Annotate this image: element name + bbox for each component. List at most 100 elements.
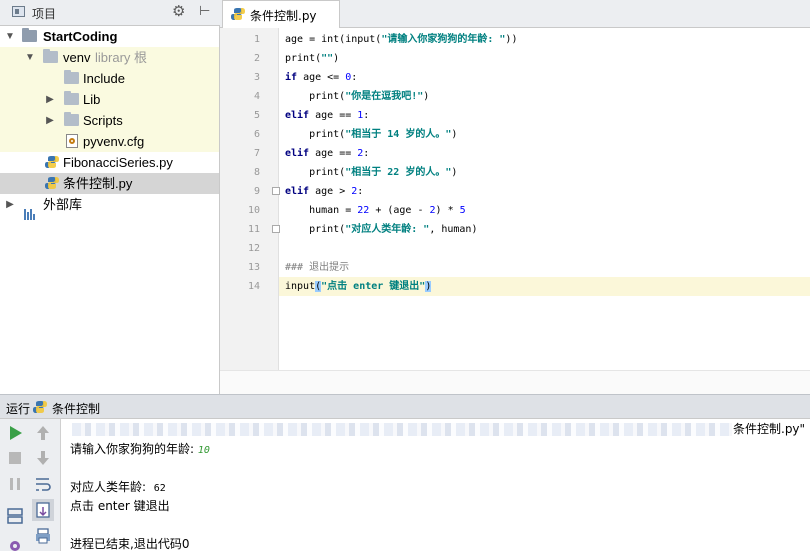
string-literal: "你是在逗我吧!" bbox=[345, 91, 424, 102]
tree-item-label: 条件控制.py bbox=[63, 176, 133, 191]
tree-item-lib[interactable]: ▶ Lib bbox=[0, 89, 219, 110]
code-line: input("点击 enter 键退出") bbox=[285, 281, 432, 292]
tree-item-include[interactable]: Include bbox=[0, 68, 219, 89]
line-number: 1 bbox=[253, 34, 260, 45]
tree-item-condition-control-py[interactable]: 条件控制.py bbox=[0, 173, 219, 194]
code-line: print("相当于 14 岁的人。") bbox=[285, 129, 458, 140]
chevron-down-icon[interactable]: ▼ bbox=[24, 47, 36, 68]
tree-item-label: 外部库 bbox=[43, 197, 83, 212]
console-line: 对应人类年龄: 62 bbox=[70, 478, 166, 495]
code-line: print("你是在逗我吧!") bbox=[285, 91, 430, 102]
line-number: 9 bbox=[253, 186, 260, 197]
line-number: 8 bbox=[253, 167, 260, 178]
string-literal: "" bbox=[321, 53, 334, 64]
project-tree: ▼ StartCoding ▼ venv library 根 Include ▶… bbox=[0, 26, 220, 394]
line-number: 2 bbox=[253, 53, 260, 64]
code-line: elif age == 2: bbox=[285, 148, 370, 159]
tree-item-venv[interactable]: ▼ venv library 根 bbox=[0, 47, 219, 68]
console-prompt: 请输入你家狗狗的年龄: bbox=[70, 442, 198, 456]
tree-item-startcoding[interactable]: ▼ StartCoding bbox=[0, 26, 219, 47]
tree-item-label: Scripts bbox=[83, 113, 123, 128]
tree-item-label: FibonacciSeries.py bbox=[63, 155, 173, 170]
number-literal: 5 bbox=[459, 205, 466, 216]
keyword: elif bbox=[285, 186, 310, 197]
tree-item-fibonacciseries-py[interactable]: FibonacciSeries.py bbox=[0, 152, 219, 173]
chevron-right-icon[interactable]: ▶ bbox=[4, 194, 16, 215]
console-user-input: 10 bbox=[197, 445, 210, 456]
number-literal: 2 bbox=[429, 205, 436, 216]
keyword: elif bbox=[285, 110, 310, 121]
line-number: 7 bbox=[253, 148, 260, 159]
scroll-up-icon[interactable] bbox=[32, 422, 54, 444]
config-file-icon bbox=[66, 134, 78, 148]
code-line: if age <= 0: bbox=[285, 72, 358, 83]
print-icon[interactable] bbox=[32, 525, 54, 547]
scroll-down-icon[interactable] bbox=[32, 447, 54, 469]
tree-item-scripts[interactable]: ▶ Scripts bbox=[0, 110, 219, 131]
line-number: 5 bbox=[253, 110, 260, 121]
number-literal: 2 bbox=[357, 148, 364, 159]
python-file-icon bbox=[231, 8, 245, 20]
line-number: 13 bbox=[247, 262, 260, 273]
folder-icon bbox=[43, 49, 58, 63]
code-line: human = 22 + (age - 2) * 5 bbox=[285, 205, 466, 216]
code-line: print("") bbox=[285, 53, 340, 64]
run-panel-header: 运行 条件控制 bbox=[0, 394, 810, 419]
tree-item-external-libraries[interactable]: ▶ 外部库 bbox=[0, 194, 219, 220]
chevron-down-icon[interactable]: ▼ bbox=[4, 26, 16, 47]
number-literal: 0 bbox=[345, 72, 352, 83]
blurred-command-path bbox=[72, 423, 732, 436]
code-line: elif age == 1: bbox=[285, 110, 370, 121]
keyword: if bbox=[285, 72, 298, 83]
hide-panel-icon[interactable]: ⊢ bbox=[199, 4, 210, 19]
tree-item-label: Lib bbox=[83, 92, 101, 107]
tree-item-label: StartCoding bbox=[43, 29, 118, 44]
console-output-value: 62 bbox=[153, 483, 166, 494]
tab-condition-control-py[interactable]: 条件控制.py bbox=[222, 0, 340, 28]
folder-icon bbox=[64, 112, 79, 126]
code-line: print("相当于 22 岁的人。") bbox=[285, 167, 458, 178]
chevron-right-icon[interactable]: ▶ bbox=[44, 89, 56, 110]
folder-icon bbox=[64, 91, 79, 105]
tree-item-pyvenv-cfg[interactable]: pyvenv.cfg bbox=[0, 131, 219, 152]
code-editor[interactable]: age = int(input("请输入你家狗狗的年龄: ")) print("… bbox=[279, 28, 810, 370]
console-exit-hint: 点击 enter 键退出 bbox=[70, 499, 170, 513]
code-line: elif age > 2: bbox=[285, 186, 364, 197]
console-output-label: 对应人类年龄: bbox=[70, 480, 147, 494]
console-output[interactable]: 请输入你家狗狗的年龄: 10 对应人类年龄: 62 点击 enter 键退出 进… bbox=[61, 419, 810, 551]
string-literal: "请输入你家狗狗的年龄: " bbox=[381, 34, 506, 45]
project-panel-title[interactable]: 项目 bbox=[32, 5, 56, 22]
folder-icon bbox=[64, 70, 79, 84]
project-icon bbox=[12, 6, 25, 17]
python-file-icon bbox=[45, 156, 59, 168]
chevron-right-icon[interactable]: ▶ bbox=[44, 110, 56, 131]
run-config-name[interactable]: 条件控制 bbox=[52, 400, 100, 417]
library-root-label: library 根 bbox=[95, 50, 148, 65]
soft-wrap-icon[interactable] bbox=[32, 473, 54, 495]
rerun-icon[interactable] bbox=[4, 422, 26, 444]
line-number-gutter: 1 2 3 4 5 6 7 8 9 10 11 12 13 14 bbox=[220, 28, 280, 370]
layout-icon[interactable] bbox=[4, 505, 26, 527]
line-number: 11 bbox=[247, 224, 260, 235]
string-literal: "相当于 14 岁的人。" bbox=[345, 129, 452, 140]
settings-icon[interactable] bbox=[4, 533, 26, 555]
number-literal: 1 bbox=[357, 110, 364, 121]
python-file-icon bbox=[33, 401, 47, 413]
keyword: elif bbox=[285, 148, 310, 159]
scroll-to-end-icon[interactable] bbox=[32, 499, 54, 521]
line-number: 3 bbox=[253, 72, 260, 83]
line-number: 4 bbox=[253, 91, 260, 102]
console-line: 请输入你家狗狗的年龄: 10 bbox=[70, 440, 210, 457]
pause-icon[interactable] bbox=[4, 473, 26, 495]
code-line: print("对应人类年龄: ", human) bbox=[285, 224, 478, 235]
command-path-tail: 条件控制.py" bbox=[733, 422, 806, 436]
stop-icon[interactable] bbox=[4, 447, 26, 469]
project-panel-header: 项目 ⚙ ⊢ bbox=[0, 0, 220, 26]
settings-gear-icon[interactable]: ⚙ bbox=[172, 2, 185, 20]
console-process-finished: 进程已结束,退出代码0 bbox=[70, 537, 190, 551]
code-line: age = int(input("请输入你家狗狗的年龄: ")) bbox=[285, 34, 518, 45]
run-toolbar bbox=[0, 419, 61, 551]
number-literal: 2 bbox=[351, 186, 358, 197]
run-panel-title[interactable]: 运行 bbox=[6, 400, 30, 417]
tab-label: 条件控制.py bbox=[250, 9, 317, 23]
